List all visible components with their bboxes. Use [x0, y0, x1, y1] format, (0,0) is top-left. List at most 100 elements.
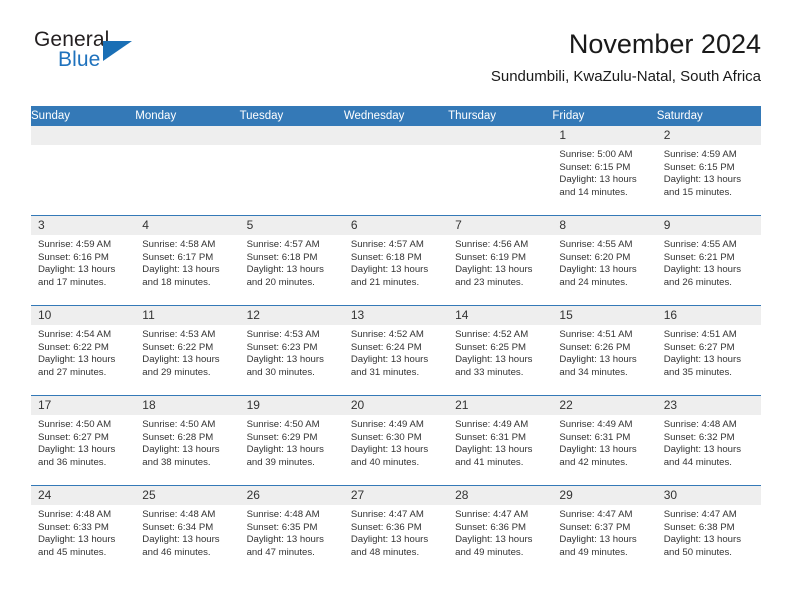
- calendar-day-cell[interactable]: 23 Sunrise: 4:48 AM Sunset: 6:32 PM Dayligh…: [656, 396, 761, 485]
- calendar-day-cell[interactable]: 12 Sunrise: 4:53 AM Sunset: 6:23 PM Dayligh…: [239, 306, 344, 395]
- daylight-text-line1: Daylight: 13 hours: [663, 264, 742, 276]
- calendar-week-row: 1 Sunrise: 5:00 AM Sunset: 6:15 PM Daylight…: [31, 126, 761, 216]
- calendar-day-cell[interactable]: 28 Sunrise: 4:47 AM Sunset: 6:36 PM Dayligh…: [448, 486, 553, 575]
- day-number: 29: [552, 486, 657, 505]
- daylight-text-line1: Daylight: 13 hours: [663, 444, 742, 456]
- day-number: 11: [135, 306, 240, 325]
- calendar-week-row: 24 Sunrise: 4:48 AM Sunset: 6:33 PM Dayligh…: [31, 485, 761, 575]
- sunrise-text: Sunrise: 4:47 AM: [350, 509, 424, 520]
- calendar-day-cell[interactable]: 22 Sunrise: 4:49 AM Sunset: 6:31 PM Dayligh…: [552, 396, 657, 485]
- daylight-text-line2: and 39 minutes.: [246, 456, 315, 468]
- day-details: Sunrise: 4:56 AM Sunset: 6:19 PM Daylight:…: [448, 235, 552, 289]
- day-details: Sunrise: 4:55 AM Sunset: 6:21 PM Daylight:…: [657, 235, 761, 289]
- day-number: 28: [448, 486, 553, 505]
- calendar-day-cell[interactable]: 26 Sunrise: 4:48 AM Sunset: 6:35 PM Dayligh…: [239, 486, 344, 575]
- calendar-day-cell[interactable]: 2 Sunrise: 4:59 AM Sunset: 6:15 PM Daylight…: [656, 126, 761, 215]
- calendar-day-cell[interactable]: 1 Sunrise: 5:00 AM Sunset: 6:15 PM Daylight…: [552, 126, 657, 215]
- day-number: 16: [656, 306, 761, 325]
- calendar-day-cell[interactable]: 7 Sunrise: 4:56 AM Sunset: 6:19 PM Daylight…: [448, 216, 553, 305]
- calendar-day-cell[interactable]: 17 Sunrise: 4:50 AM Sunset: 6:27 PM Dayligh…: [31, 396, 136, 485]
- sunset-text: Sunset: 6:31 PM: [455, 431, 527, 443]
- calendar-day-cell[interactable]: 9 Sunrise: 4:55 AM Sunset: 6:21 PM Daylight…: [656, 216, 761, 305]
- day-number: 12: [239, 306, 344, 325]
- calendar-day-cell[interactable]: 8 Sunrise: 4:55 AM Sunset: 6:20 PM Daylight…: [552, 216, 657, 305]
- daylight-text-line1: Daylight: 13 hours: [455, 354, 533, 366]
- calendar-day-cell[interactable]: 11 Sunrise: 4:53 AM Sunset: 6:22 PM Dayligh…: [135, 306, 240, 395]
- calendar-day-cell[interactable]: 6 Sunrise: 4:57 AM Sunset: 6:18 PM Daylight…: [343, 216, 449, 305]
- daylight-text-line2: and 15 minutes.: [663, 186, 732, 198]
- daylight-text-line1: Daylight: 13 hours: [38, 264, 116, 276]
- sunset-text: Sunset: 6:22 PM: [38, 341, 109, 353]
- sunrise-text: Sunrise: 4:48 AM: [246, 509, 320, 520]
- daylight-text-line2: and 17 minutes.: [38, 276, 107, 288]
- day-number: 19: [239, 396, 344, 415]
- sunset-text: Sunset: 6:27 PM: [663, 341, 735, 353]
- day-number: 26: [239, 486, 344, 505]
- sunrise-text: Sunrise: 4:55 AM: [559, 239, 633, 250]
- calendar-header-row: Sunday Monday Tuesday Wednesday Thursday…: [31, 106, 761, 126]
- calendar-day-cell[interactable]: 27 Sunrise: 4:47 AM Sunset: 6:36 PM Dayligh…: [343, 486, 449, 575]
- page-title: November 2024: [568, 29, 761, 59]
- day-details: Sunrise: 4:48 AM Sunset: 6:32 PM Daylight:…: [657, 415, 761, 469]
- daylight-text-line1: Daylight: 13 hours: [38, 354, 116, 366]
- day-number: 15: [552, 306, 657, 325]
- calendar-table: Sunday Monday Tuesday Wednesday Thursday…: [31, 106, 761, 575]
- day-details: Sunrise: 4:49 AM Sunset: 6:30 PM Daylight:…: [344, 415, 448, 469]
- calendar-body: 1 Sunrise: 5:00 AM Sunset: 6:15 PM Daylight…: [31, 126, 761, 575]
- sunset-text: Sunset: 6:30 PM: [350, 431, 422, 443]
- calendar-day-cell[interactable]: 16 Sunrise: 4:51 AM Sunset: 6:27 PM Dayligh…: [656, 306, 761, 395]
- day-details: Sunrise: 4:59 AM Sunset: 6:15 PM Daylight:…: [657, 145, 761, 199]
- calendar-day-cell[interactable]: 4 Sunrise: 4:58 AM Sunset: 6:17 PM Daylight…: [135, 216, 240, 305]
- brand-logo[interactable]: General Blue: [31, 28, 291, 88]
- day-details: Sunrise: 4:48 AM Sunset: 6:33 PM Daylight:…: [31, 505, 135, 559]
- daylight-text-line2: and 36 minutes.: [38, 456, 107, 468]
- day-number: 27: [343, 486, 449, 505]
- day-number: 13: [343, 306, 449, 325]
- calendar-day-cell-empty: [343, 126, 449, 215]
- sunset-text: Sunset: 6:33 PM: [38, 521, 109, 533]
- daylight-text-line1: Daylight: 13 hours: [350, 534, 429, 546]
- calendar-day-cell[interactable]: 13 Sunrise: 4:52 AM Sunset: 6:24 PM Dayligh…: [343, 306, 449, 395]
- day-details: Sunrise: 4:50 AM Sunset: 6:27 PM Daylight:…: [31, 415, 135, 469]
- daylight-text-line2: and 20 minutes.: [246, 276, 315, 288]
- day-details: Sunrise: 4:58 AM Sunset: 6:17 PM Daylight:…: [135, 235, 239, 289]
- sunrise-text: Sunrise: 4:51 AM: [663, 329, 737, 340]
- calendar-day-cell[interactable]: 18 Sunrise: 4:50 AM Sunset: 6:28 PM Dayligh…: [135, 396, 240, 485]
- calendar-day-cell[interactable]: 14 Sunrise: 4:52 AM Sunset: 6:25 PM Dayligh…: [448, 306, 553, 395]
- calendar-day-cell-empty: [31, 126, 136, 215]
- calendar-day-cell[interactable]: 19 Sunrise: 4:50 AM Sunset: 6:29 PM Dayligh…: [239, 396, 344, 485]
- day-details: Sunrise: 4:57 AM Sunset: 6:18 PM Daylight:…: [240, 235, 344, 289]
- calendar-day-cell[interactable]: 3 Sunrise: 4:59 AM Sunset: 6:16 PM Daylight…: [31, 216, 136, 305]
- calendar-day-cell[interactable]: 20 Sunrise: 4:49 AM Sunset: 6:30 PM Dayligh…: [343, 396, 449, 485]
- day-details: Sunrise: 5:00 AM Sunset: 6:15 PM Daylight:…: [552, 145, 656, 199]
- calendar-grid: Sunday Monday Tuesday Wednesday Thursday…: [31, 106, 761, 575]
- sunset-text: Sunset: 6:24 PM: [350, 341, 422, 353]
- day-details: Sunrise: 4:47 AM Sunset: 6:36 PM Daylight:…: [344, 505, 448, 559]
- sunset-text: Sunset: 6:36 PM: [350, 521, 422, 533]
- daylight-text-line2: and 50 minutes.: [663, 546, 732, 558]
- day-number: [135, 126, 240, 145]
- calendar-day-cell[interactable]: 24 Sunrise: 4:48 AM Sunset: 6:33 PM Dayligh…: [31, 486, 136, 575]
- daylight-text-line1: Daylight: 13 hours: [350, 264, 429, 276]
- day-number: 23: [656, 396, 761, 415]
- daylight-text-line2: and 44 minutes.: [663, 456, 732, 468]
- day-details: [240, 145, 344, 149]
- calendar-day-cell[interactable]: 30 Sunrise: 4:47 AM Sunset: 6:38 PM Dayligh…: [656, 486, 761, 575]
- daylight-text-line1: Daylight: 13 hours: [142, 354, 220, 366]
- sunset-text: Sunset: 6:25 PM: [455, 341, 527, 353]
- calendar-day-cell[interactable]: 15 Sunrise: 4:51 AM Sunset: 6:26 PM Dayligh…: [552, 306, 657, 395]
- sunrise-text: Sunrise: 4:48 AM: [142, 509, 216, 520]
- calendar-day-cell[interactable]: 5 Sunrise: 4:57 AM Sunset: 6:18 PM Daylight…: [239, 216, 344, 305]
- daylight-text-line1: Daylight: 13 hours: [559, 534, 637, 546]
- daylight-text-line2: and 42 minutes.: [559, 456, 628, 468]
- calendar-day-cell[interactable]: 21 Sunrise: 4:49 AM Sunset: 6:31 PM Dayligh…: [448, 396, 553, 485]
- day-details: Sunrise: 4:50 AM Sunset: 6:28 PM Daylight:…: [135, 415, 239, 469]
- calendar-day-cell[interactable]: 29 Sunrise: 4:47 AM Sunset: 6:37 PM Dayligh…: [552, 486, 657, 575]
- calendar-day-cell[interactable]: 25 Sunrise: 4:48 AM Sunset: 6:34 PM Dayligh…: [135, 486, 240, 575]
- day-details: [135, 145, 239, 149]
- sunrise-text: Sunrise: 4:47 AM: [559, 509, 633, 520]
- sunset-text: Sunset: 6:27 PM: [38, 431, 109, 443]
- day-details: [31, 145, 135, 149]
- day-details: Sunrise: 4:51 AM Sunset: 6:27 PM Daylight:…: [657, 325, 761, 379]
- calendar-day-cell[interactable]: 10 Sunrise: 4:54 AM Sunset: 6:22 PM Dayligh…: [31, 306, 136, 395]
